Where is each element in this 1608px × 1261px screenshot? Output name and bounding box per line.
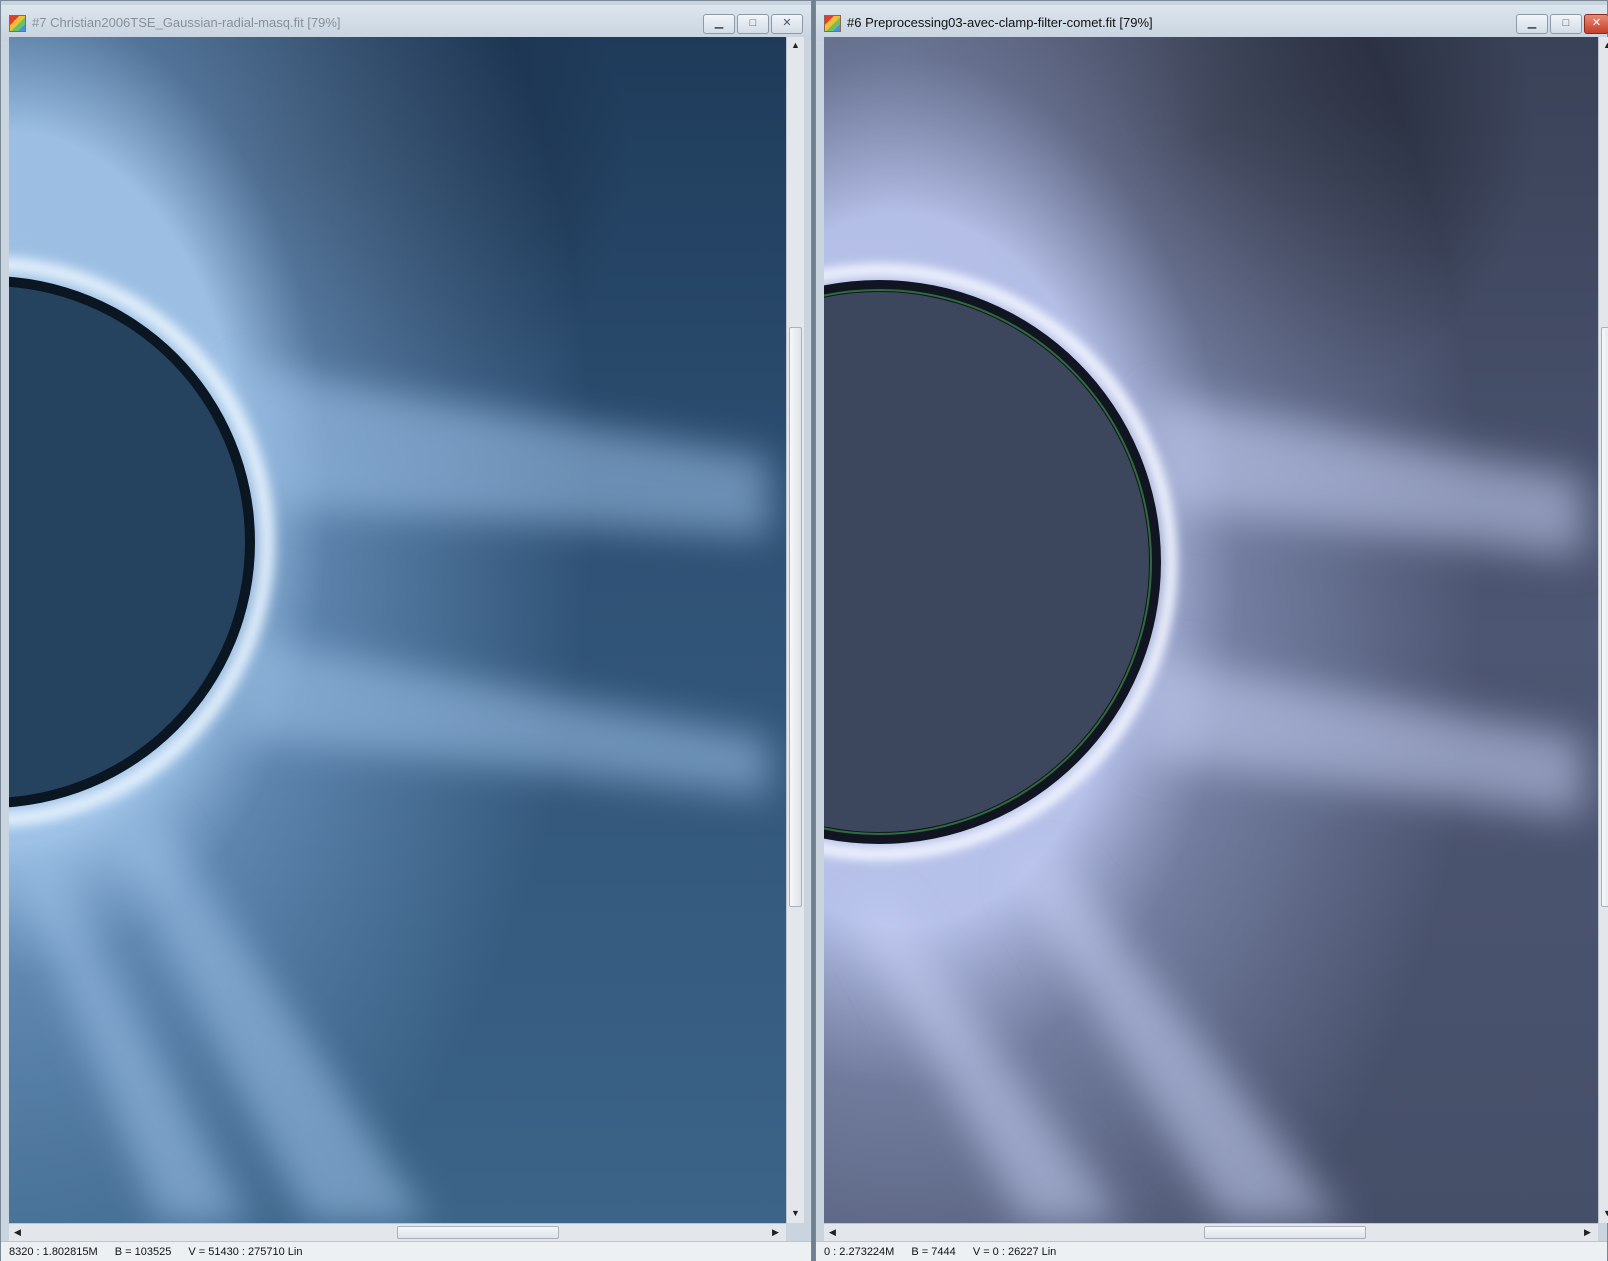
- scroll-down-icon[interactable]: ▼: [1599, 1205, 1608, 1222]
- close-button[interactable]: ✕: [1584, 14, 1608, 34]
- title-bar[interactable]: #7 Christian2006TSE_Gaussian-radial-masq…: [1, 5, 811, 41]
- scroll-up-icon[interactable]: ▲: [1599, 37, 1608, 54]
- vertical-scroll-thumb[interactable]: [789, 327, 802, 907]
- status-coords: 8320 : 1.802815M: [9, 1246, 98, 1258]
- horizontal-scroll-thumb[interactable]: [1204, 1226, 1366, 1239]
- eclipse-image: [824, 37, 1598, 1223]
- vertical-scrollbar[interactable]: ▲ ▼: [1598, 37, 1608, 1223]
- status-bar: 0 : 2.273224M B = 7444 V = 0 : 26227 Lin: [816, 1241, 1607, 1261]
- horizontal-scroll-thumb[interactable]: [397, 1226, 559, 1239]
- eclipse-image: [9, 37, 786, 1223]
- image-window-right[interactable]: #6 Preprocessing03-avec-clamp-filter-com…: [815, 0, 1608, 1261]
- maximize-button[interactable]: □: [737, 14, 769, 34]
- image-canvas[interactable]: [824, 37, 1598, 1223]
- status-visualization: V = 0 : 26227 Lin: [972, 1246, 1057, 1258]
- minimize-button[interactable]: ▁: [703, 14, 735, 34]
- scroll-up-icon[interactable]: ▲: [787, 37, 804, 54]
- maximize-button[interactable]: □: [1550, 14, 1582, 34]
- status-coords: 0 : 2.273224M: [824, 1246, 895, 1258]
- status-background: B = 103525: [114, 1246, 172, 1258]
- vertical-scroll-thumb[interactable]: [1601, 327, 1608, 907]
- scroll-right-icon[interactable]: ▶: [1579, 1224, 1596, 1241]
- image-window-icon: [9, 15, 26, 32]
- minimize-button[interactable]: ▁: [1516, 14, 1548, 34]
- horizontal-scrollbar[interactable]: ◀ ▶: [824, 1223, 1598, 1241]
- window-title: #6 Preprocessing03-avec-clamp-filter-com…: [847, 15, 1153, 30]
- image-canvas[interactable]: [9, 37, 786, 1223]
- status-background: B = 7444: [911, 1246, 956, 1258]
- close-button[interactable]: ✕: [771, 14, 803, 34]
- title-bar[interactable]: #6 Preprocessing03-avec-clamp-filter-com…: [816, 5, 1608, 41]
- window-title: #7 Christian2006TSE_Gaussian-radial-masq…: [32, 15, 341, 30]
- image-window-icon: [824, 15, 841, 32]
- scroll-left-icon[interactable]: ◀: [824, 1224, 841, 1241]
- horizontal-scrollbar[interactable]: ◀ ▶: [9, 1223, 786, 1241]
- vertical-scrollbar[interactable]: ▲ ▼: [786, 37, 804, 1223]
- scroll-left-icon[interactable]: ◀: [9, 1224, 26, 1241]
- scroll-right-icon[interactable]: ▶: [767, 1224, 784, 1241]
- image-window-left[interactable]: #7 Christian2006TSE_Gaussian-radial-masq…: [0, 0, 812, 1261]
- status-visualization: V = 51430 : 275710 Lin: [188, 1246, 303, 1258]
- status-bar: 8320 : 1.802815M B = 103525 V = 51430 : …: [1, 1241, 811, 1261]
- scroll-down-icon[interactable]: ▼: [787, 1205, 804, 1222]
